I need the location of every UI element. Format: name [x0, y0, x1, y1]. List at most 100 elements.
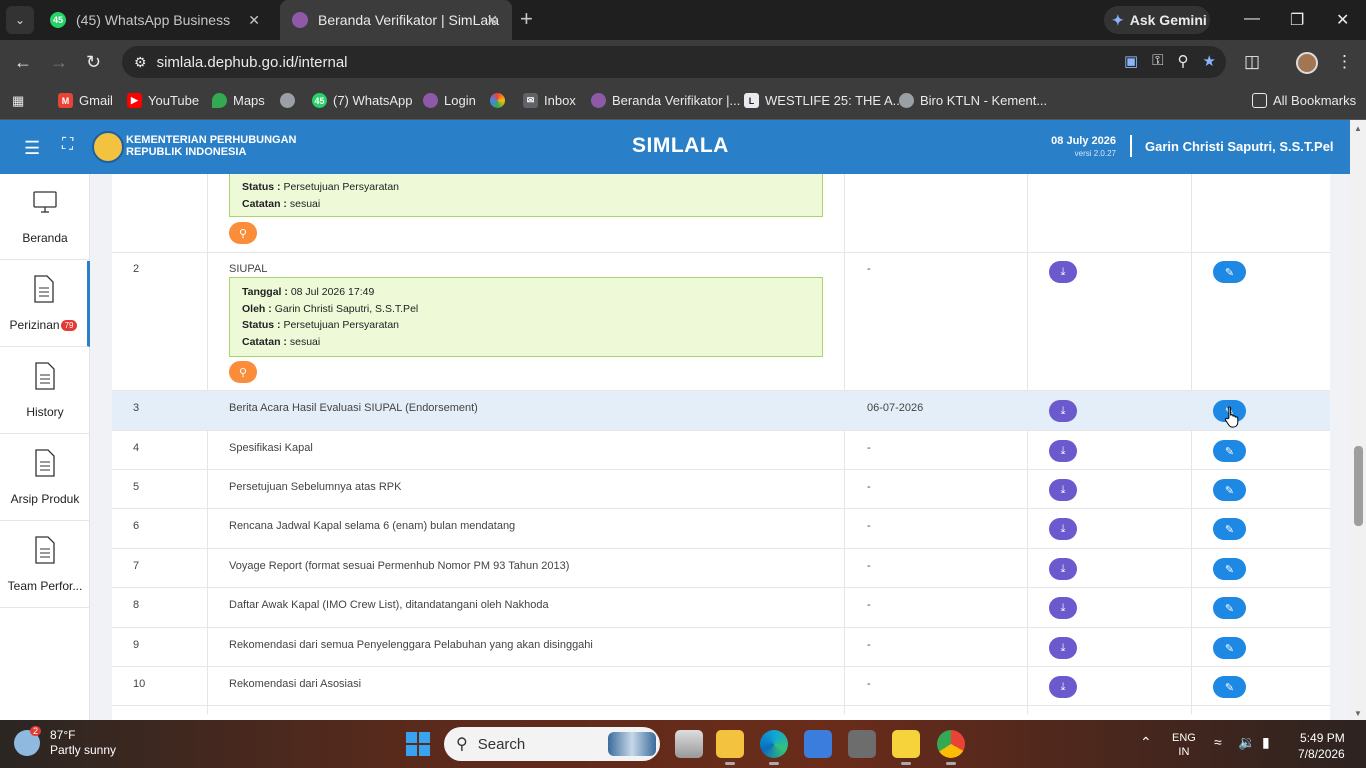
battery-icon[interactable]: ▮ — [1262, 734, 1270, 751]
scroll-down-icon[interactable]: ▼ — [1354, 709, 1362, 718]
download-button[interactable]: ⤓ — [1049, 637, 1077, 659]
windows-start-icon[interactable] — [406, 732, 430, 756]
bookmark-biro-ktln[interactable]: Biro KTLN - Kement... — [899, 93, 1047, 108]
hand-cursor-icon — [1224, 406, 1239, 428]
sidebar-item-perizinan[interactable]: Perizinan 79 — [0, 261, 90, 347]
system-clock[interactable]: 5:49 PM 7/8/2026 — [1298, 730, 1345, 762]
bookmark-gmail[interactable]: M Gmail — [58, 93, 113, 108]
address-bar-row: ← → ↻ ⚙ simlala.dephub.go.id/internal ▣ … — [0, 40, 1366, 84]
forward-icon[interactable]: → — [50, 52, 68, 73]
download-button[interactable]: ⤓ — [1049, 440, 1077, 462]
chrome-icon[interactable] — [937, 730, 965, 765]
pinwheel-icon — [490, 93, 505, 108]
volume-icon[interactable]: 🔉 — [1238, 734, 1255, 751]
close-tab-icon[interactable]: ✕ — [486, 12, 498, 29]
download-button[interactable]: ⤓ — [1049, 518, 1077, 540]
tab-search-chevron-icon[interactable]: ⌄ — [6, 6, 34, 34]
zoom-icon[interactable]: ⚲ — [1178, 52, 1189, 70]
task-view-icon[interactable] — [675, 730, 703, 758]
reload-icon[interactable]: ↻ — [86, 52, 101, 73]
all-bookmarks[interactable]: All Bookmarks — [1252, 93, 1356, 108]
vscode-icon[interactable] — [804, 730, 832, 758]
file-explorer-icon[interactable] — [716, 730, 744, 765]
edit-button[interactable]: ✎ — [1213, 518, 1246, 540]
header-divider — [1130, 135, 1132, 157]
bookmark-maps[interactable]: Maps — [212, 93, 265, 108]
bookmark-login[interactable]: Login — [423, 93, 476, 108]
edit-button[interactable]: ✎ — [1213, 440, 1246, 462]
view-detail-button[interactable]: ⚲ — [229, 361, 257, 383]
taskbar-search[interactable]: ⚲ Search — [444, 727, 660, 761]
sticky-notes-icon[interactable] — [892, 730, 920, 765]
sidebar-item-label: Team Perfor... — [7, 579, 83, 593]
note-status-line: Status : Persetujuan Persyaratan — [242, 179, 810, 196]
password-key-icon[interactable]: ⚿ — [1152, 52, 1163, 70]
table-row: 5 Persetujuan Sebelumnya atas RPK - ⤓ ✎ — [112, 470, 1330, 509]
document-name: Voyage Report (format sesuai Permenhub N… — [229, 560, 570, 572]
sidebar-item-history[interactable]: History — [0, 348, 90, 434]
scroll-up-icon[interactable]: ▲ — [1354, 124, 1362, 133]
bookmark-youtube[interactable]: ▶ YouTube — [127, 93, 199, 108]
edit-button[interactable]: ✎ — [1213, 558, 1246, 580]
bookmark-westlife[interactable]: L WESTLIFE 25: THE A... — [744, 93, 903, 108]
window-close-icon[interactable]: ✕ — [1336, 10, 1349, 30]
wifi-icon[interactable]: ≈ — [1214, 734, 1222, 750]
hamburger-menu-icon[interactable]: ☰ — [24, 138, 40, 159]
new-tab-button[interactable]: + — [520, 8, 533, 30]
download-button[interactable]: ⤓ — [1049, 558, 1077, 580]
sidebar-item-arsip-produk[interactable]: Arsip Produk — [0, 435, 90, 521]
download-button[interactable]: ⤓ — [1049, 597, 1077, 619]
edit-icon: ✎ — [1224, 484, 1235, 497]
scrollbar-thumb[interactable] — [1354, 446, 1363, 526]
user-name[interactable]: Garin Christi Saputri, S.S.T.Pel — [1145, 139, 1334, 154]
edit-button[interactable]: ✎ — [1213, 261, 1246, 283]
ask-gemini-button[interactable]: ✦ Ask Gemini — [1104, 6, 1210, 34]
page-scrollbar[interactable]: ▲ ▼ — [1350, 120, 1366, 720]
tab-simlala[interactable]: Beranda Verifikator | SimLala ✕ — [280, 0, 512, 40]
extensions-icon[interactable]: ◫ — [1244, 52, 1260, 72]
edit-button[interactable]: ✎ — [1213, 597, 1246, 619]
address-input[interactable]: ⚙ simlala.dephub.go.id/internal ▣ ⚿ ⚲ ★ — [122, 46, 1226, 78]
menu-dots-icon[interactable]: ⋮ — [1336, 52, 1353, 72]
search-icon: ⚲ — [456, 736, 468, 753]
bookmark-beranda-verifikator[interactable]: Beranda Verifikator |... — [591, 93, 740, 108]
profile-avatar[interactable] — [1296, 52, 1318, 74]
bookmark-globe[interactable] — [280, 93, 301, 108]
download-button[interactable]: ⤓ — [1049, 676, 1077, 698]
back-icon[interactable]: ← — [14, 52, 32, 73]
restore-icon[interactable]: ❐ — [1290, 10, 1304, 30]
weather-widget[interactable]: 2 87°F Partly sunny — [14, 726, 116, 758]
apps-grid-icon[interactable]: ▦ — [12, 93, 24, 109]
fullscreen-icon[interactable]: ⛶ — [62, 136, 73, 154]
language-indicator[interactable]: ENG IN — [1172, 731, 1196, 759]
bookmark-inbox[interactable]: ✉ Inbox — [523, 93, 576, 108]
sidebar-item-beranda[interactable]: Beranda — [0, 174, 90, 260]
install-app-icon[interactable]: ▣ — [1124, 52, 1138, 70]
close-tab-icon[interactable]: ✕ — [248, 12, 260, 29]
bookmark-whatsapp[interactable]: 45 (7) WhatsApp — [312, 93, 412, 108]
view-detail-button[interactable]: ⚲ — [229, 222, 257, 244]
bookmark-label: YouTube — [148, 93, 200, 108]
sidebar-item-team-performance[interactable]: Team Perfor... — [0, 522, 90, 608]
bookmark-pinwheel[interactable] — [490, 93, 511, 108]
download-button[interactable]: ⤓ — [1049, 261, 1077, 283]
tray-overflow-icon[interactable]: ⌃ — [1140, 734, 1152, 751]
simlala-icon — [423, 93, 438, 108]
minimize-icon[interactable]: — — [1244, 10, 1260, 28]
download-icon: ⤓ — [1060, 562, 1066, 575]
edit-button[interactable]: ✎ — [1213, 479, 1246, 501]
download-button[interactable]: ⤓ — [1049, 400, 1077, 422]
document-icon — [35, 362, 55, 390]
tab-whatsapp[interactable]: 45 (45) WhatsApp Business ✕ — [38, 0, 274, 40]
bookmark-label: Inbox — [544, 93, 576, 108]
bookmark-star-icon[interactable]: ★ — [1203, 52, 1216, 70]
download-button[interactable]: ⤓ — [1049, 479, 1077, 501]
document-date: 06-07-2026 — [867, 402, 924, 414]
edit-button[interactable]: ✎ — [1213, 676, 1246, 698]
camera-icon[interactable] — [848, 730, 876, 758]
document-name: Persetujuan Sebelumnya atas RPK — [229, 481, 402, 493]
site-info-icon[interactable]: ⚙ — [134, 54, 147, 71]
edge-icon[interactable] — [760, 730, 788, 765]
globe-icon — [280, 93, 295, 108]
edit-button[interactable]: ✎ — [1213, 637, 1246, 659]
